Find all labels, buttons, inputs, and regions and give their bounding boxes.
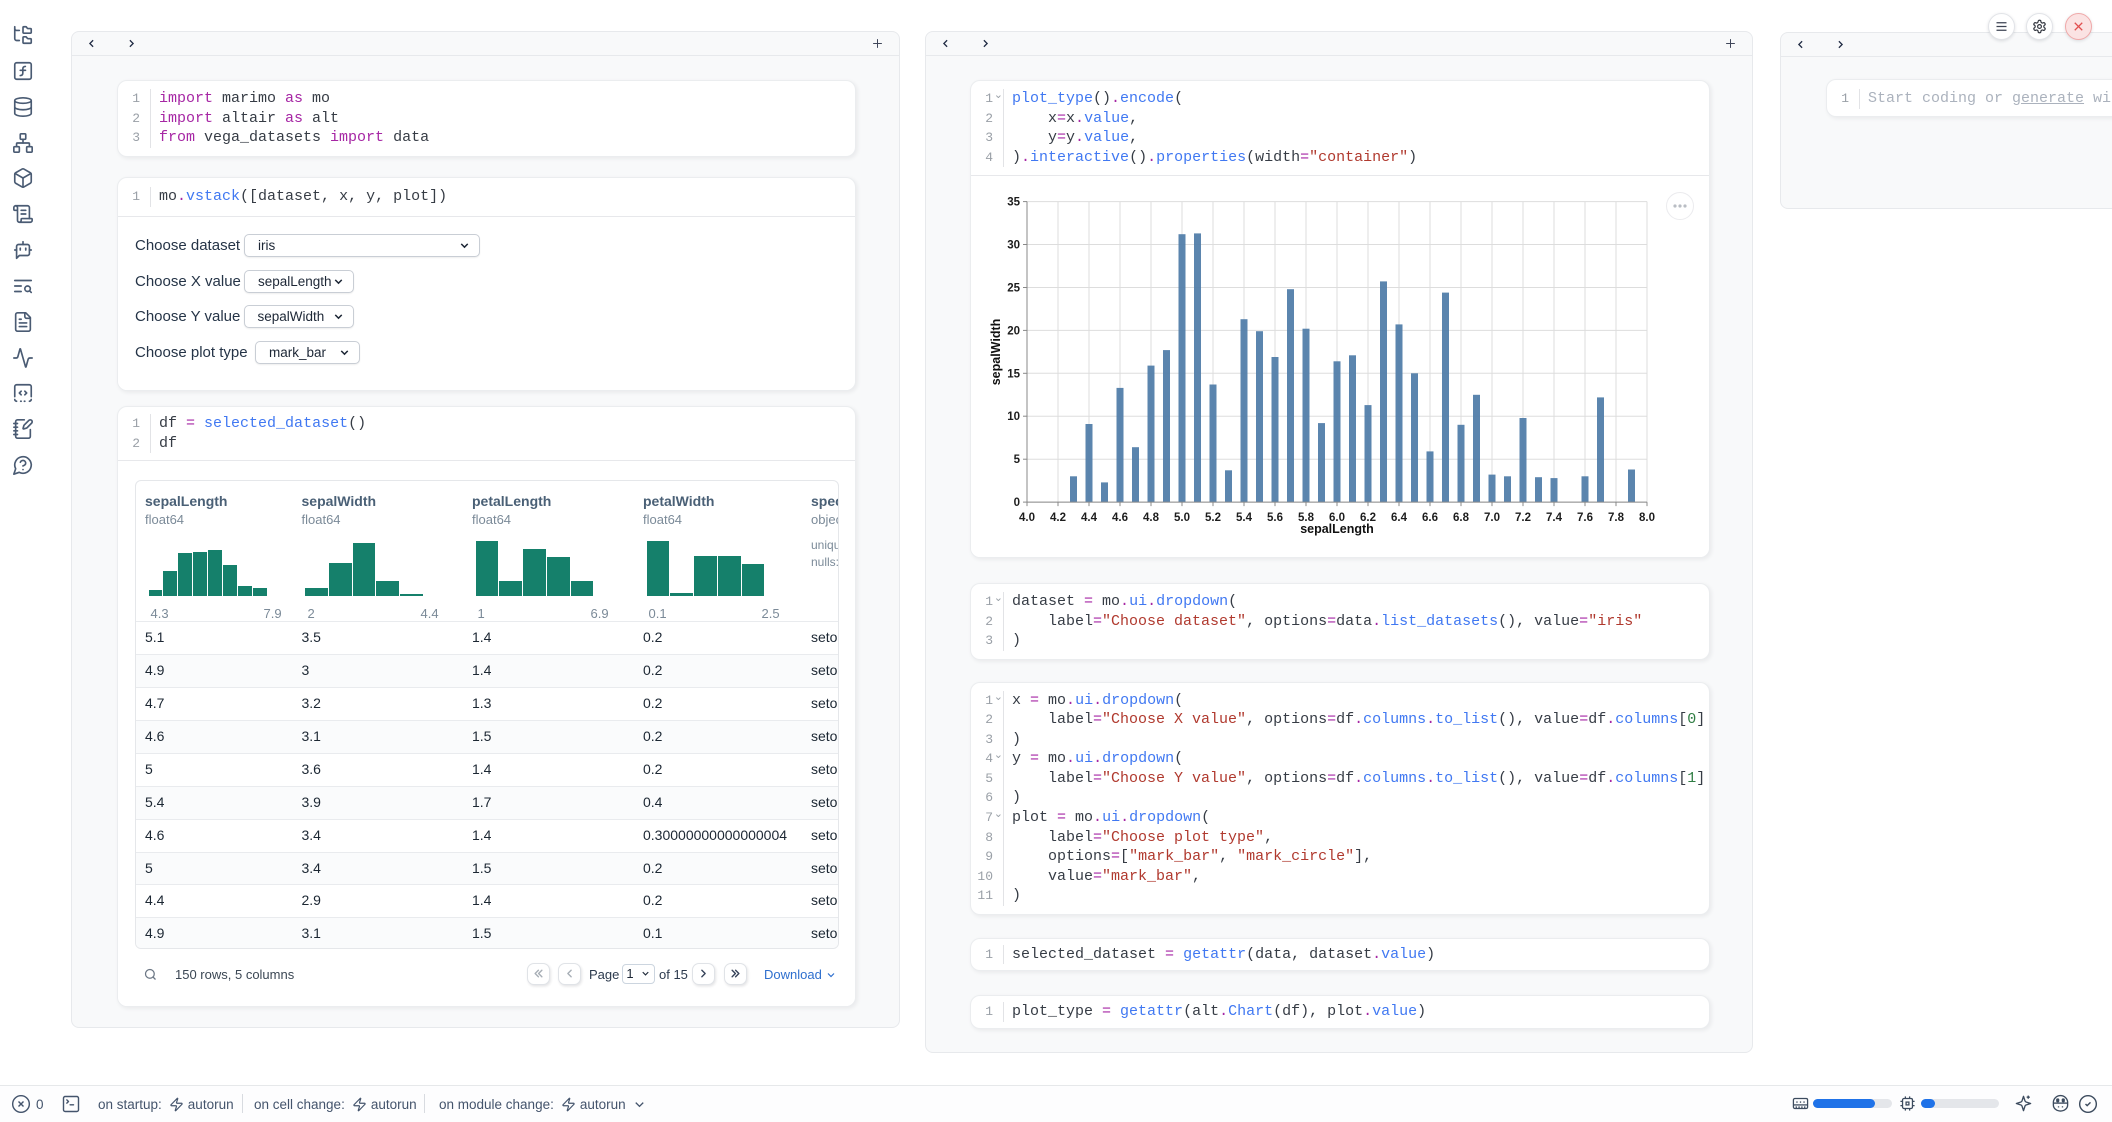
svg-text:15: 15 [1007,369,1020,381]
svg-text:6.6: 6.6 [1422,512,1438,524]
svg-text:6.8: 6.8 [1453,512,1470,524]
svg-text:7.4: 7.4 [1546,512,1563,524]
svg-text:30: 30 [1007,240,1020,252]
svg-text:5.6: 5.6 [1267,512,1283,524]
svg-text:5.2: 5.2 [1205,512,1221,524]
svg-text:7.2: 7.2 [1515,512,1531,524]
svg-text:0: 0 [1014,497,1020,509]
svg-text:7.0: 7.0 [1484,512,1500,524]
svg-text:25: 25 [1007,283,1020,295]
svg-text:4.6: 4.6 [1112,512,1128,524]
svg-text:10: 10 [1007,412,1020,424]
svg-text:4.2: 4.2 [1050,512,1066,524]
svg-text:6.4: 6.4 [1391,512,1408,524]
svg-text:8.0: 8.0 [1639,512,1655,524]
svg-text:5: 5 [1014,455,1021,467]
svg-text:5.4: 5.4 [1236,512,1253,524]
svg-text:7.6: 7.6 [1577,512,1593,524]
svg-text:7.8: 7.8 [1608,512,1625,524]
svg-text:sepalLength: sepalLength [1300,522,1374,536]
svg-text:4.4: 4.4 [1081,512,1098,524]
svg-text:4.8: 4.8 [1143,512,1160,524]
svg-text:35: 35 [1007,197,1020,209]
svg-text:4.0: 4.0 [1019,512,1035,524]
svg-text:5.0: 5.0 [1174,512,1190,524]
svg-text:20: 20 [1007,326,1020,338]
svg-text:sepalWidth: sepalWidth [989,319,1003,386]
